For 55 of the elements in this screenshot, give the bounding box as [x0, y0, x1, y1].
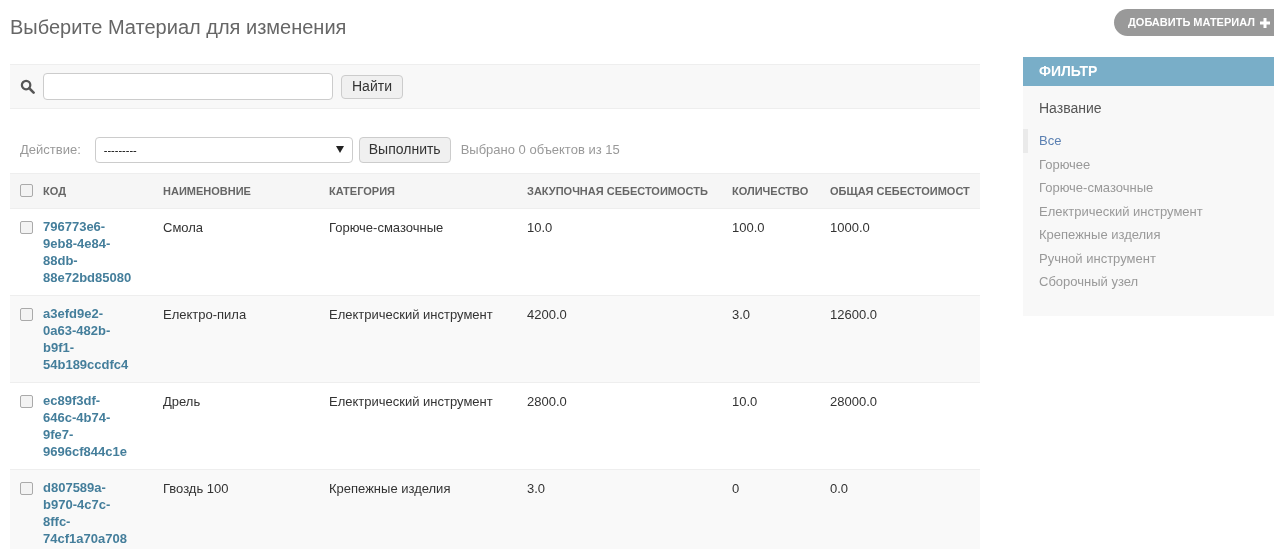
filter-option[interactable]: Ручной инструмент [1023, 246, 1274, 270]
column-header[interactable]: КОЛИЧЕСТВО [732, 184, 809, 197]
table-cell: 1000.0 [830, 219, 870, 235]
table-cell: Гвоздь 100 [163, 480, 229, 496]
filter-option[interactable]: Горюче-смазочные [1023, 176, 1274, 200]
filter-option[interactable]: Електрический инструмент [1023, 199, 1274, 223]
filter-option[interactable]: Крепежные изделия [1023, 223, 1274, 247]
checkbox[interactable] [20, 394, 33, 408]
table-cell: 10.0 [732, 393, 758, 409]
table-cell: 12600.0 [830, 306, 877, 322]
table-cell: Горюче-смазочные [329, 219, 444, 235]
table-cell: 10.0 [527, 219, 553, 235]
table-cell: Крепежные изделия [329, 480, 451, 496]
selection-counter: Выбрано 0 объектов из 15 [460, 141, 620, 160]
search-field[interactable] [43, 73, 333, 101]
dropdown-arrow-icon [335, 146, 344, 154]
add-material-button[interactable]: ДОБАВИТЬ МАТЕРИАЛ [1114, 9, 1274, 36]
column-header[interactable]: ОБЩАЯ СЕБЕСТОИМОСТ [830, 184, 970, 197]
checkbox[interactable] [20, 307, 33, 321]
checkbox[interactable] [20, 220, 33, 234]
checkbox[interactable] [20, 481, 33, 495]
table-cell: Електро-пила [163, 306, 247, 322]
action-label: Действие: [20, 141, 81, 160]
code-link[interactable]: a3efd9e2-0a63-482b-b9f1-54b189ccdfc4 [43, 304, 129, 373]
code-link[interactable]: ec89f3df-646c-4b74-9fe7-9696cf844c1e [43, 391, 127, 460]
table-cell: 3.0 [527, 480, 546, 496]
plus-icon [1260, 17, 1270, 28]
column-header[interactable]: КОД [43, 184, 66, 197]
table-cell: Електрический инструмент [329, 306, 493, 322]
column-header[interactable]: НАИМЕНОВНИЕ [163, 184, 251, 197]
filter-heading: Название [1038, 99, 1103, 118]
filter-header: ФИЛЬТР [1023, 57, 1274, 86]
table-cell: 100.0 [732, 219, 765, 235]
table-cell: Електрический инструмент [329, 393, 493, 409]
checkbox[interactable] [20, 184, 33, 198]
filter-option[interactable]: Горючее [1023, 152, 1274, 176]
code-link[interactable]: d807589a-b970-4c7c-8ffc-74cf1a70a708 [43, 478, 127, 547]
table-cell: 28000.0 [830, 393, 877, 409]
table-cell: 0.0 [830, 480, 849, 496]
code-link[interactable]: 796773e6-9eb8-4e84-88db-88e72bd85080 [43, 217, 132, 286]
page-title: Выберите Материал для изменения [10, 15, 348, 40]
filter-option[interactable]: Сборочный узел [1023, 270, 1274, 294]
search-icon [20, 79, 35, 95]
column-header[interactable]: КАТЕГОРИЯ [329, 184, 395, 197]
table-cell: Смола [163, 219, 204, 235]
table-cell: Дрель [163, 393, 201, 409]
run-button[interactable]: Выполнить [358, 136, 451, 163]
table-cell: 0 [732, 480, 740, 496]
column-header[interactable]: ЗАКУПОЧНАЯ СЕБЕСТОИМОСТЬ [527, 184, 708, 197]
table-cell: 3.0 [732, 306, 751, 322]
action-select[interactable]: --------- [94, 136, 353, 163]
search-button[interactable]: Найти [341, 74, 403, 99]
table-cell: 2800.0 [527, 393, 567, 409]
filter-option[interactable]: Все [1023, 129, 1274, 153]
table-cell: 4200.0 [527, 306, 567, 322]
